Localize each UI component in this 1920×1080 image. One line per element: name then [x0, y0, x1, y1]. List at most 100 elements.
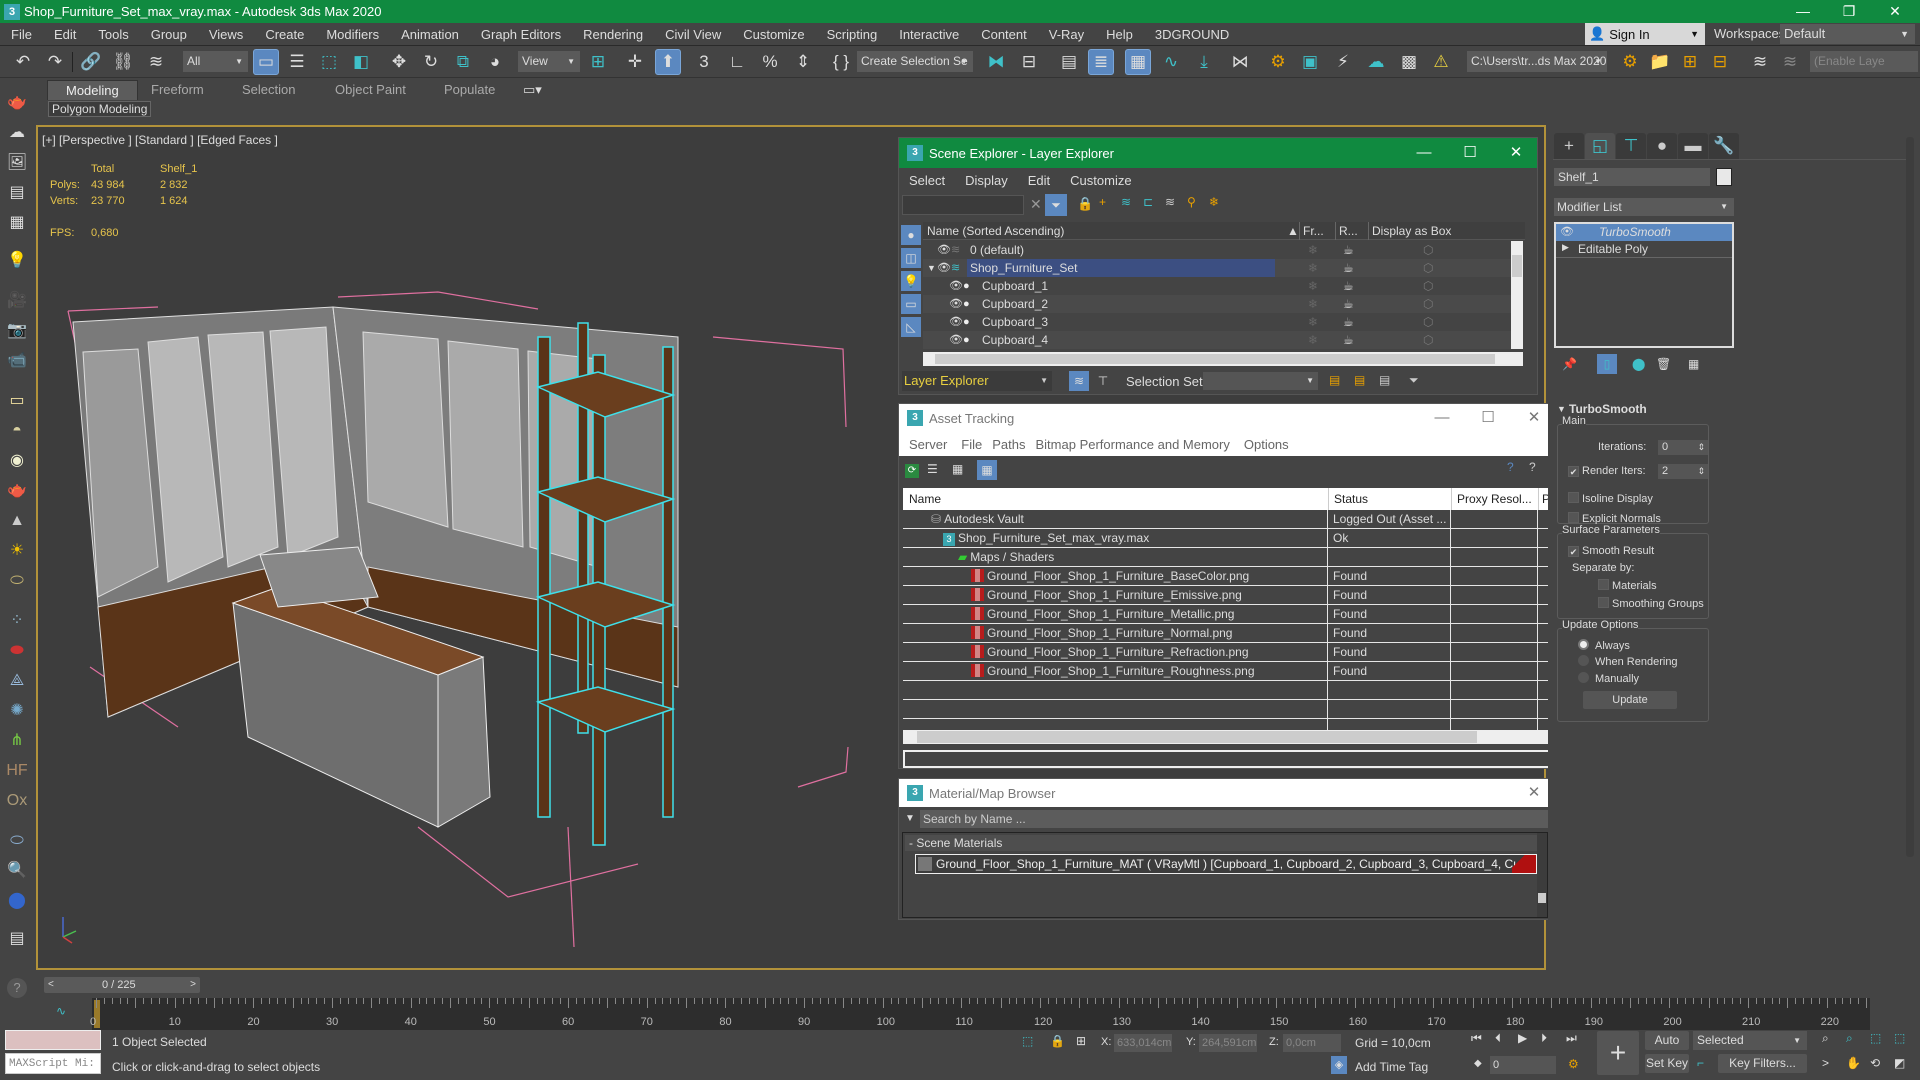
rotate-icon[interactable]: ↻ [418, 49, 444, 75]
checkbox-checked[interactable]: ✔ [1568, 546, 1579, 557]
menu-help[interactable]: Help [1095, 27, 1144, 42]
renderable-teapot-icon[interactable]: ☕ [1343, 295, 1354, 313]
checkbox-unchecked[interactable] [1568, 512, 1579, 523]
ribbon-tab-selection[interactable]: Selection [242, 80, 295, 100]
hierarchy-icon[interactable]: ⊏ [1143, 195, 1153, 209]
menu-group[interactable]: Group [140, 27, 198, 42]
default-tangent-icon[interactable]: ⌐ [1697, 1056, 1704, 1070]
undo-icon[interactable]: ↶ [10, 49, 36, 75]
zoom-icon[interactable]: ⌕ [1822, 1031, 1829, 1046]
cloud-icon[interactable]: ☁ [5, 122, 29, 144]
create-layer-icon[interactable]: + [1099, 195, 1106, 209]
angle-snap-icon[interactable]: ∟ [724, 49, 750, 75]
x-coordinate-field[interactable]: 633,014cm [1114, 1034, 1172, 1052]
help-icon[interactable]: ? [7, 978, 27, 998]
help-alt-icon[interactable]: ? [1529, 460, 1536, 474]
asset-tracking-titlebar[interactable]: 3 Asset Tracking — ☐ ✕ [899, 404, 1552, 432]
light-lister-icon[interactable]: 💡 [5, 250, 29, 272]
renderable-teapot-icon[interactable]: ☕ [1343, 313, 1354, 331]
filter-icon[interactable]: ⏷ [1045, 194, 1067, 216]
isoline-display-checkbox[interactable]: Isoline Display [1568, 492, 1653, 505]
scene-explorer-row[interactable]: 👁 ≋ 0 (default) ❄ ☕ ⬡ [923, 241, 1511, 259]
vray-sphere-icon[interactable]: ⬬ [5, 640, 29, 662]
checkbox-unchecked[interactable] [1598, 597, 1609, 608]
checkbox-unchecked[interactable] [1598, 579, 1609, 590]
create-tab-icon[interactable]: + [1554, 133, 1584, 159]
scrollbar-thumb[interactable] [1538, 893, 1546, 903]
select-object-icon[interactable]: ▭ [253, 49, 279, 75]
asset-row[interactable]: ▰ Maps / Shaders [903, 548, 1551, 567]
next-frame-icon[interactable]: > [190, 977, 196, 993]
ribbon-tab-populate[interactable]: Populate [444, 80, 495, 100]
hair-farm-icon[interactable]: HF [5, 760, 29, 782]
material-browser-icon[interactable]: 🔍 [5, 860, 29, 882]
list-view-icon[interactable]: ☰ [927, 462, 938, 476]
renderable-teapot-icon[interactable]: ☕ [1343, 259, 1354, 277]
motion-tab-icon[interactable]: ● [1647, 133, 1677, 159]
scrollbar-thumb[interactable] [1512, 255, 1522, 277]
menu-edit[interactable]: Edit [1018, 173, 1060, 188]
maximize-viewport-icon[interactable]: ◩ [1894, 1056, 1905, 1070]
configure-modifier-sets-icon[interactable]: ▦ [1688, 357, 1699, 371]
radio-when-rendering[interactable]: When Rendering [1578, 655, 1678, 668]
display-as-box-icon[interactable]: ⬡ [1423, 259, 1433, 277]
command-panel-scrollbar[interactable] [1906, 137, 1914, 857]
select-layer-icon[interactable]: ⚲ [1187, 195, 1196, 209]
display-as-box-icon[interactable]: ⬡ [1423, 295, 1433, 313]
menu-file[interactable]: File [957, 437, 986, 452]
project-folder-icon[interactable]: 📁 [1647, 49, 1673, 75]
pivot-center-icon[interactable]: ⊞ [585, 49, 611, 75]
go-to-start-icon[interactable]: ⏮ [1471, 1031, 1482, 1046]
freeze-icon[interactable]: ❄ [1308, 277, 1318, 295]
vertical-scrollbar[interactable] [1537, 833, 1547, 917]
freeze-icon[interactable]: ❄ [1308, 313, 1318, 331]
scene-explorer-row[interactable]: 👁 ● Cupboard_1 ❄ ☕ ⬡ [923, 277, 1511, 295]
selection-set-edit-icon[interactable]: ▤ [1379, 373, 1390, 387]
display-as-box-icon[interactable]: ⬡ [1423, 313, 1433, 331]
maxscript-input[interactable]: MAXScript Mi: [5, 1053, 101, 1074]
menu-graph-editors[interactable]: Graph Editors [470, 27, 572, 42]
update-button[interactable]: Update [1583, 691, 1677, 709]
layer-field[interactable]: (Enable Laye [1810, 51, 1918, 72]
sun-icon[interactable]: ☀ [5, 540, 29, 562]
display-objects-icon[interactable]: ● [901, 225, 921, 245]
dome-camera-icon[interactable]: 📷 [5, 320, 29, 342]
display-tab-icon[interactable]: ▬ [1678, 133, 1708, 159]
dome-light-icon[interactable]: ◓ [5, 420, 29, 442]
display-lights-icon[interactable]: 💡 [901, 271, 921, 291]
radio-always[interactable]: Always [1578, 639, 1630, 652]
materials-checkbox[interactable]: Materials [1598, 579, 1657, 592]
asset-row[interactable]: Ground_Floor_Shop_1_Furniture_Normal.png… [903, 624, 1551, 643]
field-of-view-icon[interactable]: > [1822, 1056, 1829, 1070]
refresh-icon[interactable]: ⟳ [905, 464, 919, 478]
asset-row[interactable]: ⛁ Autodesk Vault Logged Out (Asset ... [903, 510, 1551, 529]
window-crossing-icon[interactable]: ◧ [348, 49, 374, 75]
ribbon-tab-modeling[interactable]: Modeling [47, 80, 138, 100]
menu-display[interactable]: Display [955, 173, 1018, 188]
asset-row[interactable]: 3 Shop_Furniture_Set_max_vray.max Ok [903, 529, 1551, 548]
select-manipulate-icon[interactable]: ✛ [622, 49, 648, 75]
maximize-button[interactable]: ☐ [1447, 138, 1493, 168]
freeze-icon[interactable]: ❄ [1308, 259, 1318, 277]
key-mode-select[interactable]: Selected ▼ [1693, 1031, 1807, 1050]
collapse-triangle-icon[interactable]: ▼ [1557, 404, 1566, 414]
display-as-box-icon[interactable]: ⬡ [1423, 241, 1433, 259]
mesh-light-icon[interactable]: 🫖 [5, 480, 29, 502]
ribbon-tab-object-paint[interactable]: Object Paint [335, 80, 406, 100]
align-icon[interactable]: ⊟ [1016, 49, 1042, 75]
warning-icon[interactable]: ⚠ [1428, 49, 1454, 75]
menu-file[interactable]: File [0, 27, 43, 42]
options-triangle-icon[interactable]: ▼ [905, 813, 915, 824]
rect-select-region-icon[interactable]: ⬚ [316, 49, 342, 75]
minimize-button[interactable]: — [1419, 404, 1465, 432]
absolute-mode-icon[interactable]: ⊞ [1076, 1034, 1086, 1048]
plane-icon[interactable]: ⟁ [5, 670, 29, 692]
isolate-selection-icon[interactable]: ⬚ [1022, 1034, 1033, 1048]
radio-unselected[interactable] [1578, 672, 1589, 683]
material-icon[interactable]: ⬭ [5, 830, 29, 852]
smoothing-groups-checkbox[interactable]: Smoothing Groups [1598, 597, 1704, 610]
expand-triangle-icon[interactable]: ▶ [1562, 242, 1569, 253]
display-geometry-icon[interactable]: ◫ [901, 248, 921, 268]
rendered-frame-window-icon[interactable]: ▣ [1297, 49, 1323, 75]
redo-icon[interactable]: ↷ [42, 49, 68, 75]
